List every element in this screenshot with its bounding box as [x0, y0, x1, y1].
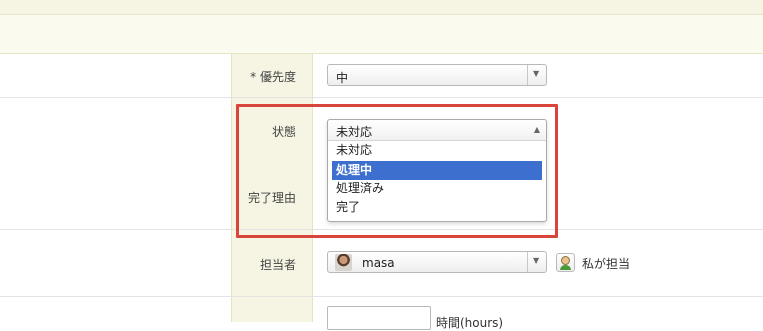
priority-label: * 優先度 — [250, 70, 296, 84]
row-divider — [0, 97, 763, 98]
status-option-highlighted[interactable]: 処理中 — [332, 161, 542, 180]
priority-select[interactable]: 中 ▼ — [327, 64, 547, 86]
chevron-down-icon: ▼ — [533, 256, 540, 265]
priority-select-button[interactable]: ▼ — [527, 65, 546, 85]
person-icon[interactable] — [556, 253, 575, 272]
header-strip — [0, 0, 763, 15]
status-option[interactable]: 完了 — [332, 198, 542, 217]
chevron-up-icon: ▲ — [533, 125, 540, 134]
status-dropdown[interactable]: 未対応 ▲ 未対応 処理中 処理済み 完了 — [327, 119, 547, 222]
status-select-current[interactable]: 未対応 ▲ — [328, 120, 546, 141]
hours-input[interactable] — [327, 306, 431, 330]
priority-value: 中 — [336, 71, 349, 85]
assignee-value: masa — [362, 256, 395, 270]
status-option[interactable]: 未対応 — [332, 141, 542, 160]
assignee-select[interactable]: masa ▼ — [327, 251, 547, 273]
assignee-select-button[interactable]: ▼ — [527, 252, 546, 272]
status-option[interactable]: 処理済み — [332, 179, 542, 198]
header-band — [0, 15, 763, 54]
hours-unit-label: 時間(hours) — [436, 316, 504, 330]
status-selected-value: 未対応 — [336, 125, 373, 139]
assignee-label: 担当者 — [259, 258, 296, 272]
assign-me-link[interactable]: 私が担当 — [582, 255, 630, 272]
chevron-down-icon: ▼ — [533, 69, 540, 78]
row-divider — [0, 296, 763, 297]
user-avatar — [335, 254, 352, 271]
